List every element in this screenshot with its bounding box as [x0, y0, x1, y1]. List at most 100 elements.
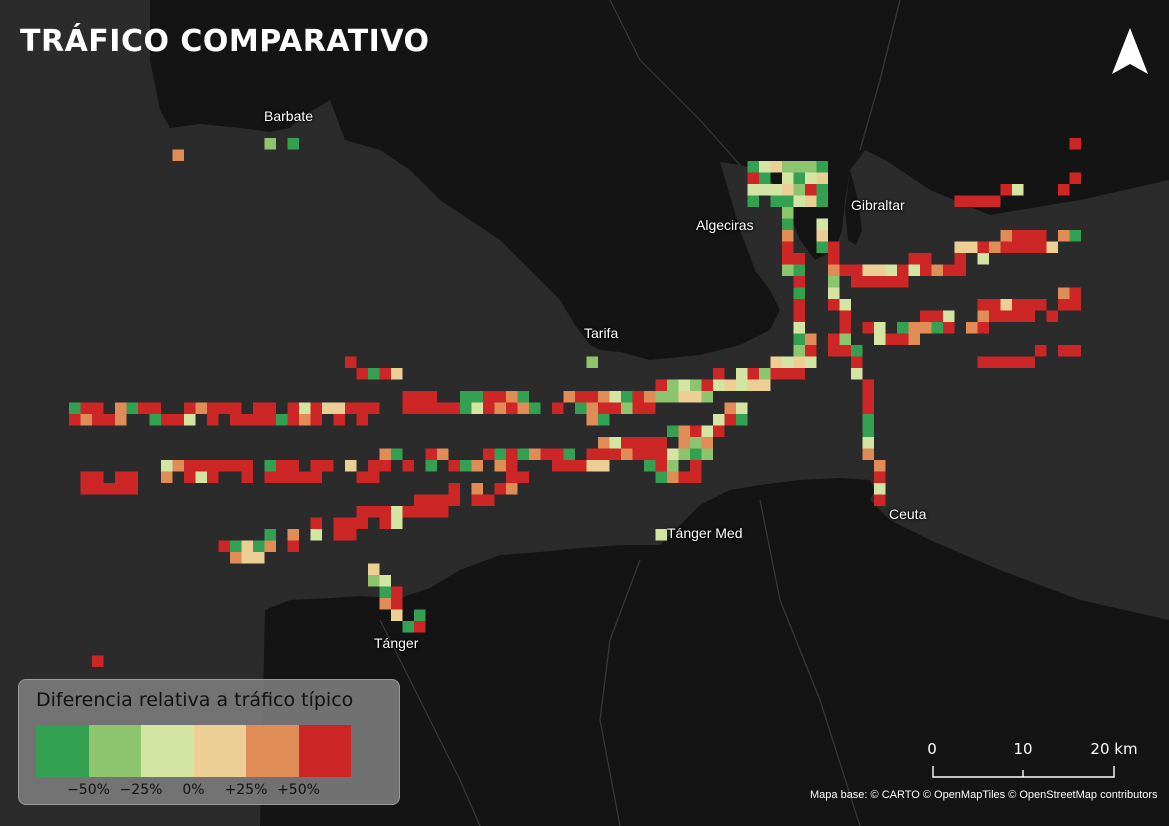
traffic-cell [977, 322, 989, 334]
traffic-cell [184, 414, 196, 426]
traffic-cell [230, 402, 242, 414]
traffic-cell [172, 460, 184, 472]
traffic-cell [655, 448, 667, 460]
traffic-cell [598, 460, 610, 472]
traffic-cell [1069, 172, 1081, 184]
traffic-cell [506, 483, 518, 495]
traffic-cell [805, 195, 817, 207]
traffic-cell [310, 414, 322, 426]
traffic-cell [345, 356, 357, 368]
traffic-cell [678, 425, 690, 437]
traffic-cell [816, 172, 828, 184]
traffic-cell [586, 448, 598, 460]
traffic-cell [379, 586, 391, 598]
traffic-cell [414, 621, 426, 633]
traffic-cell [402, 391, 414, 403]
traffic-cell [1058, 184, 1070, 196]
traffic-cell [103, 483, 115, 495]
traffic-cell [793, 161, 805, 173]
legend-tick-minus25: −25% [119, 782, 163, 798]
traffic-cell [241, 414, 253, 426]
traffic-cell [1069, 138, 1081, 150]
traffic-cell [1023, 241, 1035, 253]
traffic-cell [644, 402, 656, 414]
traffic-cell [874, 322, 886, 334]
traffic-cell [621, 448, 633, 460]
traffic-cell [793, 184, 805, 196]
traffic-cell [287, 460, 299, 472]
traffic-cell [736, 414, 748, 426]
traffic-cell [655, 529, 667, 541]
scale-bar-line [932, 766, 1115, 778]
traffic-cell [437, 494, 449, 506]
traffic-cell [379, 575, 391, 587]
traffic-cell [161, 414, 173, 426]
traffic-cell [1012, 356, 1024, 368]
traffic-cell [874, 483, 886, 495]
traffic-cell [747, 172, 759, 184]
traffic-cell [322, 402, 334, 414]
traffic-cell [575, 460, 587, 472]
traffic-cell [816, 218, 828, 230]
traffic-cell [207, 414, 219, 426]
traffic-cell [287, 138, 299, 150]
traffic-cell [425, 391, 437, 403]
traffic-cell [575, 402, 587, 414]
traffic-cell [828, 287, 840, 299]
legend-swatch-1 [36, 725, 89, 777]
traffic-cell [402, 621, 414, 633]
traffic-cell [655, 379, 667, 391]
traffic-cell [851, 356, 863, 368]
traffic-cell [287, 402, 299, 414]
traffic-cell [115, 402, 127, 414]
traffic-cell [264, 529, 276, 541]
traffic-cell [287, 414, 299, 426]
traffic-cell [782, 218, 794, 230]
traffic-cell [874, 264, 886, 276]
traffic-cell [874, 471, 886, 483]
traffic-cell [230, 460, 242, 472]
traffic-cell [667, 391, 679, 403]
traffic-cell [264, 460, 276, 472]
traffic-cell [379, 598, 391, 610]
map-canvas[interactable]: TRÁFICO COMPARATIVO Barbate Algeciras Gi… [0, 0, 1169, 826]
traffic-cell [529, 402, 541, 414]
traffic-cell [793, 195, 805, 207]
traffic-cell [391, 598, 403, 610]
traffic-cell [471, 494, 483, 506]
traffic-cell [701, 425, 713, 437]
traffic-cell [655, 471, 667, 483]
traffic-cell [598, 402, 610, 414]
traffic-cell [391, 368, 403, 380]
traffic-cell [425, 494, 437, 506]
traffic-cell [264, 414, 276, 426]
traffic-cell [667, 471, 679, 483]
north-arrow-icon [1112, 28, 1148, 74]
traffic-cell [460, 391, 472, 403]
traffic-cell [1012, 310, 1024, 322]
traffic-cell [80, 414, 92, 426]
traffic-cell [207, 402, 219, 414]
traffic-cell [816, 241, 828, 253]
traffic-cell [690, 448, 702, 460]
traffic-cell [793, 299, 805, 311]
traffic-cell [977, 356, 989, 368]
traffic-cell [782, 253, 794, 265]
traffic-cell [299, 471, 311, 483]
legend-swatch-3 [141, 725, 194, 777]
traffic-cell [678, 437, 690, 449]
traffic-cell [379, 506, 391, 518]
traffic-cell [391, 506, 403, 518]
traffic-cell [402, 402, 414, 414]
traffic-cell [977, 241, 989, 253]
traffic-cell [943, 264, 955, 276]
traffic-cell [1023, 299, 1035, 311]
traffic-cell [299, 402, 311, 414]
traffic-cell [598, 448, 610, 460]
traffic-cell [230, 540, 242, 552]
traffic-cell [1035, 241, 1047, 253]
traffic-cell [414, 494, 426, 506]
traffic-cell [437, 402, 449, 414]
traffic-cell [356, 402, 368, 414]
traffic-cell [770, 195, 782, 207]
